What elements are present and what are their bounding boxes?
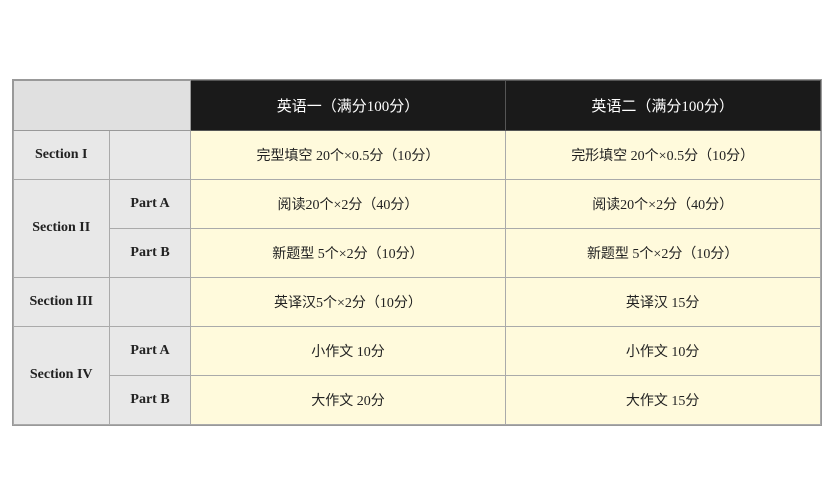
part-cell: Part B <box>109 375 190 424</box>
eng2-cell: 新题型 5个×2分（10分） <box>505 228 820 277</box>
section-cell: Section III <box>13 277 109 326</box>
header-row: 英语一（满分100分） 英语二（满分100分） <box>13 80 820 130</box>
part-cell: Part A <box>109 179 190 228</box>
table-row: Part B大作文 20分大作文 15分 <box>13 375 820 424</box>
eng1-cell: 完型填空 20个×0.5分（10分） <box>191 130 506 179</box>
eng2-cell: 完形填空 20个×0.5分（10分） <box>505 130 820 179</box>
header-eng1: 英语一（满分100分） <box>191 80 506 130</box>
part-cell: Part A <box>109 326 190 375</box>
eng1-cell: 小作文 10分 <box>191 326 506 375</box>
main-table-wrapper: 英语一（满分100分） 英语二（满分100分） Section I 完型填空 20… <box>12 79 822 426</box>
eng2-cell: 英译汉 15分 <box>505 277 820 326</box>
eng2-cell: 大作文 15分 <box>505 375 820 424</box>
section-cell: Section IV <box>13 326 109 424</box>
eng2-cell: 小作文 10分 <box>505 326 820 375</box>
header-empty <box>13 80 191 130</box>
table-row: Section IIPart A阅读20个×2分（40分）阅读20个×2分（40… <box>13 179 820 228</box>
table-row: Section IVPart A小作文 10分小作文 10分 <box>13 326 820 375</box>
part-cell: Part B <box>109 228 190 277</box>
section-cell: Section II <box>13 179 109 277</box>
section-cell: Section I <box>13 130 109 179</box>
eng1-cell: 大作文 20分 <box>191 375 506 424</box>
part-cell <box>109 130 190 179</box>
table-row: Section III 英译汉5个×2分（10分）英译汉 15分 <box>13 277 820 326</box>
eng1-cell: 新题型 5个×2分（10分） <box>191 228 506 277</box>
part-cell <box>109 277 190 326</box>
table-row: Part B新题型 5个×2分（10分）新题型 5个×2分（10分） <box>13 228 820 277</box>
eng2-cell: 阅读20个×2分（40分） <box>505 179 820 228</box>
header-eng2: 英语二（满分100分） <box>505 80 820 130</box>
table-row: Section I 完型填空 20个×0.5分（10分）完形填空 20个×0.5分… <box>13 130 820 179</box>
eng1-cell: 英译汉5个×2分（10分） <box>191 277 506 326</box>
eng1-cell: 阅读20个×2分（40分） <box>191 179 506 228</box>
